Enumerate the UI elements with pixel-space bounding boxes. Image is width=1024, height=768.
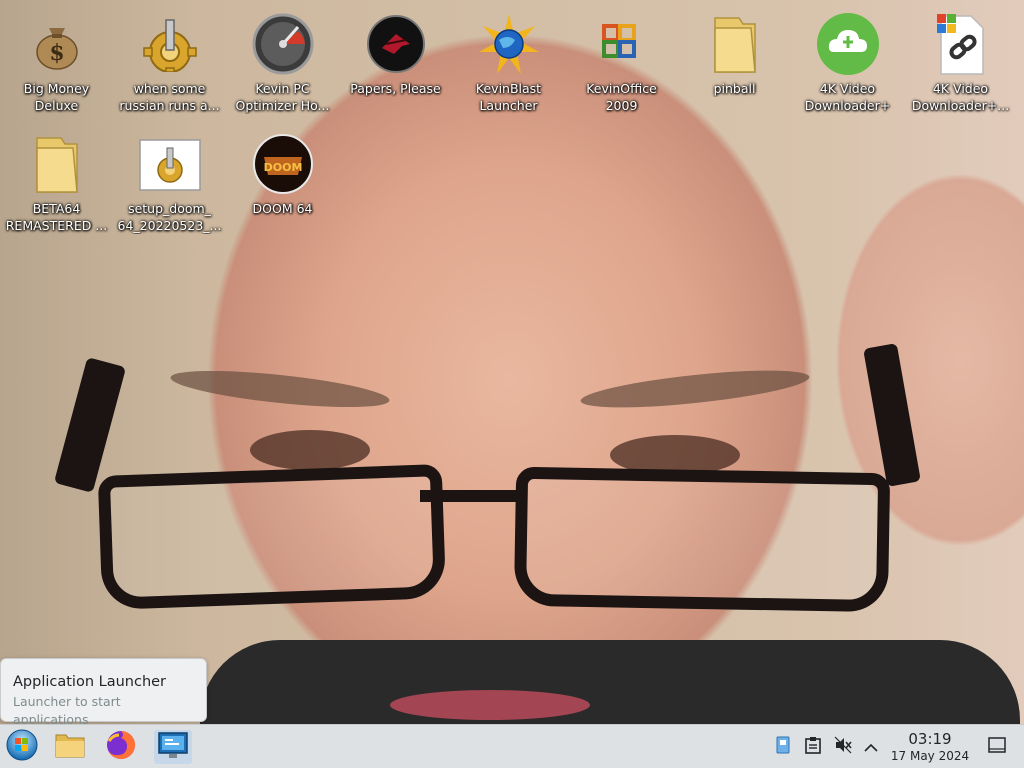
office-icon — [590, 12, 654, 76]
desktop-icon-kevinoffice-2009[interactable]: KevinOffice 2009 — [565, 4, 678, 116]
gear-installer-icon — [138, 12, 202, 76]
icon-label: 4K Video Downloader+... — [911, 81, 1010, 113]
desktop-icon-beta64-remastered[interactable]: BETA64 REMASTERED ... — [0, 124, 113, 236]
icon-label: Kevin PC Optimizer Ho... — [235, 81, 330, 113]
icon-label: Big Money Deluxe — [23, 81, 90, 113]
setup-installer-icon — [138, 132, 202, 196]
monitor-settings-icon — [157, 730, 189, 764]
icon-label: KevinBlast Launcher — [475, 81, 542, 113]
clock-time: 03:19 — [908, 730, 952, 748]
clock-date: 17 May 2024 — [890, 749, 970, 763]
clipboard-icon — [805, 736, 821, 758]
start-orb-icon — [6, 729, 38, 765]
taskbar: 03:19 17 May 2024 — [0, 724, 1024, 768]
desktop-icon-4k-video-downloader[interactable]: 4K Video Downloader+ — [791, 4, 904, 116]
desktop-icon-russian-runs[interactable]: when some russian runs a... — [113, 4, 226, 116]
tray-clipboard[interactable] — [800, 725, 826, 768]
icon-label: BETA64 REMASTERED ... — [5, 201, 108, 233]
globe-star-icon — [477, 12, 541, 76]
icon-label: setup_doom_ 64_20220523_... — [117, 201, 222, 233]
cloud-download-icon — [816, 12, 880, 76]
system-settings-button[interactable] — [154, 730, 192, 764]
show-desktop-button[interactable] — [984, 725, 1010, 768]
desktop-icon-doom-64[interactable]: DOOM DOOM 64 — [226, 124, 339, 236]
papers-please-icon — [364, 12, 428, 76]
svg-text:$: $ — [49, 40, 64, 66]
tray-expand-button[interactable] — [858, 725, 884, 768]
icon-label: when some russian runs a... — [119, 81, 220, 113]
chevron-up-icon — [864, 738, 878, 757]
desktop-icon-setup-doom-64[interactable]: setup_doom_ 64_20220523_... — [113, 124, 226, 236]
desktop-icon-big-money-deluxe[interactable]: $ Big Money Deluxe — [0, 4, 113, 116]
desktop-icon-kevinblast-launcher[interactable]: KevinBlast Launcher — [452, 4, 565, 116]
folder-icon — [25, 132, 89, 196]
desktop-icon-papers-please[interactable]: Papers, Please — [339, 4, 452, 116]
file-manager-button[interactable] — [51, 730, 89, 764]
icon-label: Papers, Please — [350, 81, 441, 96]
desktop-icon-kevin-pc-optimizer[interactable]: Kevin PC Optimizer Ho... — [226, 4, 339, 116]
application-launcher-tooltip: Application Launcher Launcher to start a… — [0, 658, 207, 727]
desktop[interactable]: $ Big Money Deluxe when some russian run… — [0, 0, 1024, 768]
show-desktop-icon — [988, 737, 1006, 757]
firefox-icon — [105, 729, 137, 765]
application-launcher-button[interactable] — [3, 729, 41, 765]
network-icon — [774, 735, 792, 759]
folder-icon — [703, 12, 767, 76]
tooltip-title: Application Launcher — [13, 674, 167, 690]
icon-label: DOOM 64 — [252, 201, 313, 216]
icon-label: 4K Video Downloader+ — [804, 81, 891, 113]
desktop-icon-4k-video-downloader-shortcut[interactable]: 4K Video Downloader+... — [904, 4, 1017, 116]
tray-volume[interactable] — [830, 725, 856, 768]
desktop-icon-pinball[interactable]: pinball — [678, 4, 791, 116]
folder-icon — [54, 731, 86, 763]
shortcut-link-icon — [929, 12, 993, 76]
svg-text:DOOM: DOOM — [263, 161, 302, 174]
doom-icon: DOOM — [251, 132, 315, 196]
icon-label: pinball — [713, 81, 756, 96]
digital-clock[interactable]: 03:19 17 May 2024 — [888, 730, 972, 764]
speaker-muted-icon — [834, 736, 852, 758]
tray-network[interactable] — [770, 725, 796, 768]
icon-label: KevinOffice 2009 — [586, 81, 657, 113]
firefox-button[interactable] — [102, 730, 140, 764]
money-bag-icon: $ — [25, 12, 89, 76]
gauge-icon — [251, 12, 315, 76]
